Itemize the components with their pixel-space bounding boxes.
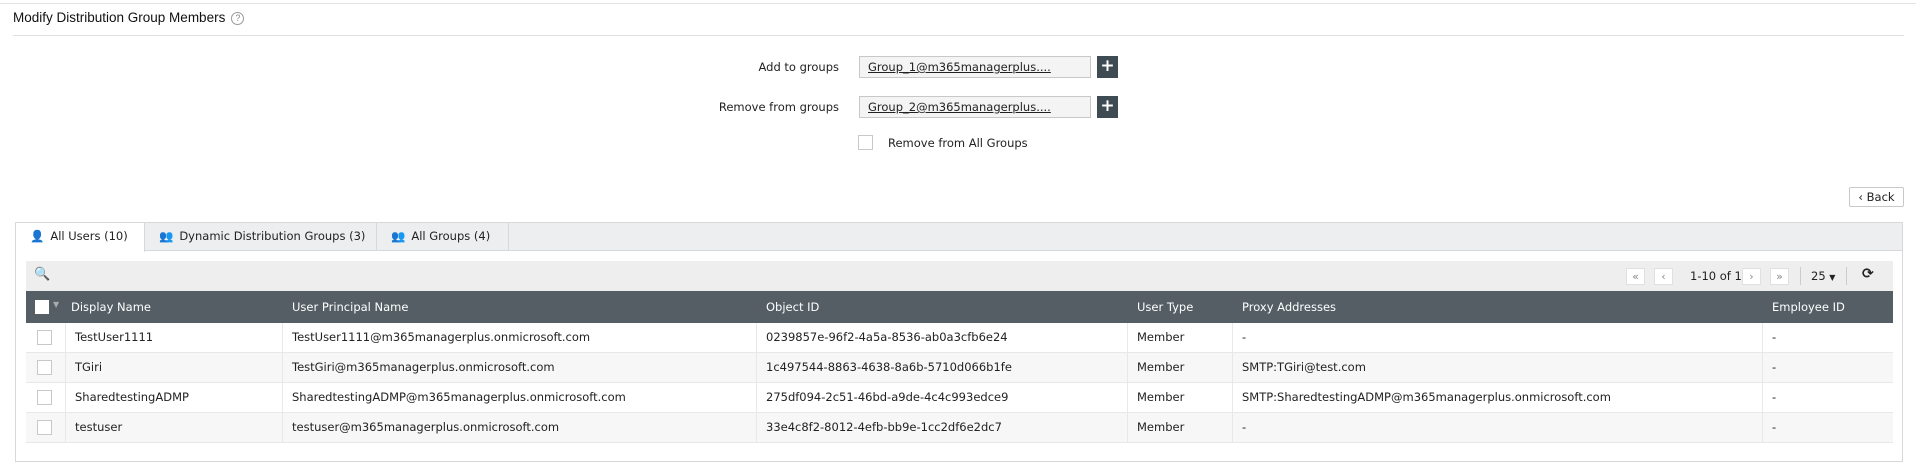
row-checkbox[interactable] <box>37 420 52 435</box>
table-toolbar: 🔍 « ‹ 1-10 of 10 › » 25 ▼ ⟳ <box>26 261 1893 291</box>
cell-employee-id: - <box>1772 420 1777 434</box>
cell-proxy-addresses: - <box>1233 323 1763 353</box>
top-divider <box>0 3 1916 4</box>
tab-all-users[interactable]: 👤 All Users (10) <box>16 223 145 252</box>
column-display-name[interactable]: Display Name <box>71 291 151 323</box>
cell-user-type: Member <box>1128 353 1233 383</box>
cell-employee-id: - <box>1772 390 1777 404</box>
remove-from-groups-label: Remove from groups <box>718 100 839 114</box>
remove-from-groups-field[interactable]: Group_2@m365managerplus.... <box>859 96 1091 118</box>
table-row[interactable]: TestUser1111 TestUser1111@m365managerplu… <box>26 323 1893 353</box>
help-icon[interactable]: ? <box>231 12 245 25</box>
table-header: ▼ Display Name User Principal Name Objec… <box>26 291 1893 323</box>
cell-object-id: 1c497544-8863-4638-8a6b-5710d066b1fe <box>757 353 1128 383</box>
table-row[interactable]: TGiri TestGiri@m365managerplus.onmicroso… <box>26 353 1893 383</box>
select-all-checkbox[interactable] <box>35 300 49 314</box>
row-checkbox[interactable] <box>37 330 52 345</box>
tab-dynamic-distribution-groups[interactable]: 👥 Dynamic Distribution Groups (3) <box>145 223 377 251</box>
divider <box>1846 267 1847 285</box>
add-groups-plus-button[interactable]: + <box>1097 56 1118 78</box>
last-page-button[interactable]: » <box>1770 268 1789 285</box>
cell-user-type: Member <box>1128 323 1233 353</box>
title-divider <box>13 35 1904 36</box>
cell-employee-id: - <box>1772 330 1777 344</box>
cell-display-name: TGiri <box>66 353 283 383</box>
cell-object-id: 0239857e-96f2-4a5a-8536-ab0a3cfb6e24 <box>757 323 1128 353</box>
cell-proxy-addresses: SMTP:TGiri@test.com <box>1233 353 1763 383</box>
tab-bar: 👤 All Users (10) 👥 Dynamic Distribution Gr… <box>15 222 1903 252</box>
group-icon: 👥 <box>159 229 174 243</box>
row-checkbox[interactable] <box>37 360 52 375</box>
column-proxy-addresses[interactable]: Proxy Addresses <box>1242 291 1336 323</box>
column-user-principal-name[interactable]: User Principal Name <box>292 291 408 323</box>
chevron-left-icon: ‹ <box>1858 190 1867 204</box>
cell-user-type: Member <box>1128 413 1233 443</box>
cell-upn: testuser@m365managerplus.onmicrosoft.com <box>283 413 757 443</box>
user-icon: 👤 <box>30 229 45 243</box>
cell-user-type: Member <box>1128 383 1233 413</box>
prev-page-button[interactable]: ‹ <box>1654 268 1673 285</box>
divider <box>1800 267 1801 285</box>
cell-display-name: testuser <box>66 413 283 443</box>
table-row[interactable]: testuser testuser@m365managerplus.onmicr… <box>26 413 1893 443</box>
table-row[interactable]: SharedtestingADMP SharedtestingADMP@m365… <box>26 383 1893 413</box>
refresh-icon[interactable]: ⟳ <box>1862 266 1874 282</box>
caret-down-icon: ▼ <box>1829 273 1836 282</box>
cell-display-name: TestUser1111 <box>66 323 283 353</box>
column-employee-id[interactable]: Employee ID <box>1772 291 1845 323</box>
remove-from-all-groups-checkbox[interactable] <box>858 135 873 150</box>
cell-employee-id: - <box>1772 360 1777 374</box>
row-checkbox[interactable] <box>37 390 52 405</box>
cell-proxy-addresses: SMTP:SharedtestingADMP@m365managerplus.o… <box>1233 383 1763 413</box>
page-range: 1-10 of 10 <box>1690 269 1750 283</box>
add-to-groups-field[interactable]: Group_1@m365managerplus.... <box>859 56 1091 78</box>
back-button[interactable]: ‹ Back <box>1849 187 1904 207</box>
cell-upn: TestGiri@m365managerplus.onmicrosoft.com <box>283 353 757 383</box>
cell-object-id: 275df094-2c51-46bd-a9de-4c4c993edce9 <box>757 383 1128 413</box>
cell-object-id: 33e4c8f2-8012-4efb-bb9e-1cc2df6e2dc7 <box>757 413 1128 443</box>
first-page-button[interactable]: « <box>1626 268 1645 285</box>
cell-upn: TestUser1111@m365managerplus.onmicrosoft… <box>283 323 757 353</box>
remove-from-all-groups-label: Remove from All Groups <box>888 136 1028 150</box>
tab-all-groups[interactable]: 👥 All Groups (4) <box>377 223 509 251</box>
add-to-groups-label: Add to groups <box>758 60 839 74</box>
page-title: Modify Distribution Group Members? <box>13 10 245 25</box>
search-filter-icon[interactable]: 🔍 <box>34 267 50 282</box>
remove-groups-plus-button[interactable]: + <box>1097 96 1118 118</box>
group-icon: 👥 <box>391 229 406 243</box>
caret-down-icon[interactable]: ▼ <box>53 300 59 309</box>
column-object-id[interactable]: Object ID <box>766 291 819 323</box>
cell-proxy-addresses: - <box>1233 413 1763 443</box>
next-page-button[interactable]: › <box>1742 268 1761 285</box>
cell-display-name: SharedtestingADMP <box>66 383 283 413</box>
column-user-type[interactable]: User Type <box>1137 291 1193 323</box>
cell-upn: SharedtestingADMP@m365managerplus.onmicr… <box>283 383 757 413</box>
page-size-select[interactable]: 25 ▼ <box>1811 269 1835 283</box>
